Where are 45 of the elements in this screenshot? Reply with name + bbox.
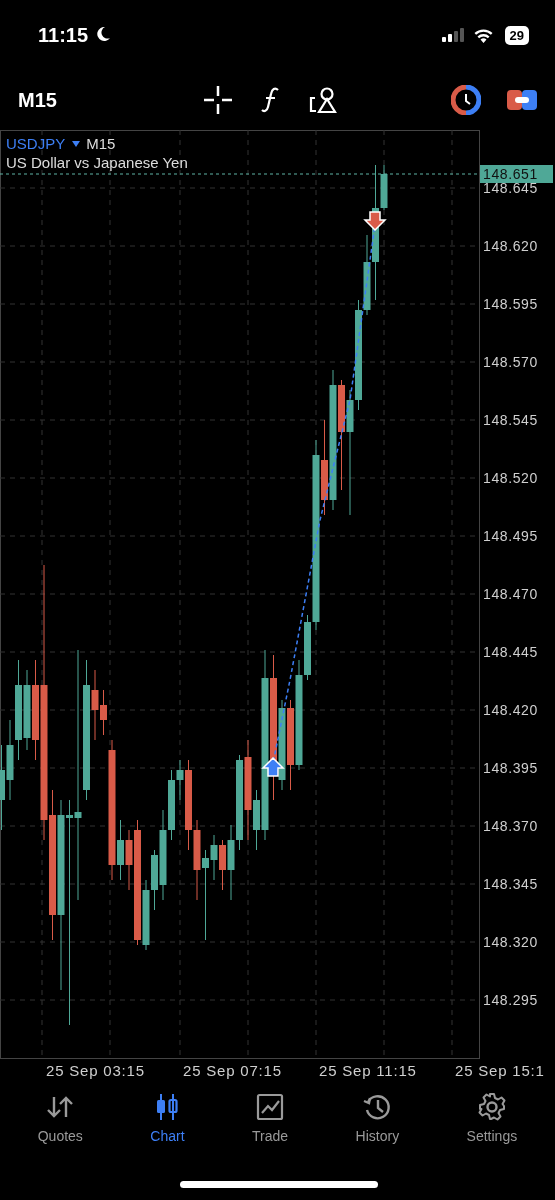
tab[interactable]: Settings	[460, 1088, 524, 1148]
time-label: 25 Sep 03:15	[46, 1062, 145, 1079]
shapes-icon[interactable]	[309, 86, 337, 114]
price-label: 148.520	[483, 470, 538, 486]
signal-icon	[441, 28, 466, 42]
timeframe-label[interactable]: M15	[18, 88, 203, 112]
price-label: 148.620	[483, 238, 538, 254]
settings-icon	[476, 1092, 507, 1122]
price-label: 148.470	[483, 586, 538, 602]
wifi-icon	[472, 27, 494, 43]
price-label: 148.545	[483, 412, 538, 428]
time-label: 25 Sep 11:15	[319, 1062, 417, 1079]
price-label: 148.420	[483, 702, 538, 718]
status-time: 11:15	[38, 23, 89, 47]
price-label: 148.370	[483, 818, 538, 834]
tab[interactable]: Quotes	[31, 1088, 89, 1148]
toggle-icon[interactable]	[507, 88, 537, 112]
dropdown-icon[interactable]	[72, 140, 81, 147]
price-label: 148.495	[483, 528, 538, 544]
price-label: 148.595	[483, 296, 538, 312]
time-label: 25 Sep 07:15	[183, 1062, 282, 1079]
sell-arrow-icon[interactable]	[363, 211, 387, 232]
tab[interactable]: Trade	[246, 1088, 295, 1148]
clock-icon[interactable]	[451, 85, 481, 115]
symbol-selector[interactable]: USDJPY	[6, 135, 81, 152]
price-label: 148.570	[483, 354, 538, 370]
chart-timeframe: M15	[86, 135, 116, 152]
current-price-badge: 148.651	[480, 165, 553, 183]
battery-level: 29	[504, 25, 529, 45]
price-label: 148.295	[483, 992, 538, 1008]
price-label: 148.320	[483, 934, 538, 950]
price-label: 148.445	[483, 644, 538, 660]
tab[interactable]: Chart	[144, 1088, 191, 1148]
crosshair-icon[interactable]	[203, 85, 233, 115]
time-label: 25 Sep 15:1	[455, 1062, 545, 1079]
symbol-description: US Dollar vs Japanese Yen	[6, 154, 188, 171]
history-icon	[362, 1092, 393, 1122]
price-label: 148.395	[483, 760, 538, 776]
moon-icon	[95, 26, 112, 42]
price-label: 148.645	[483, 180, 538, 196]
line-chart-icon	[255, 1092, 286, 1122]
tab[interactable]: History	[349, 1088, 406, 1148]
function-icon[interactable]	[261, 85, 281, 115]
price-label: 148.345	[483, 876, 538, 892]
buy-arrow-icon[interactable]	[261, 756, 285, 777]
